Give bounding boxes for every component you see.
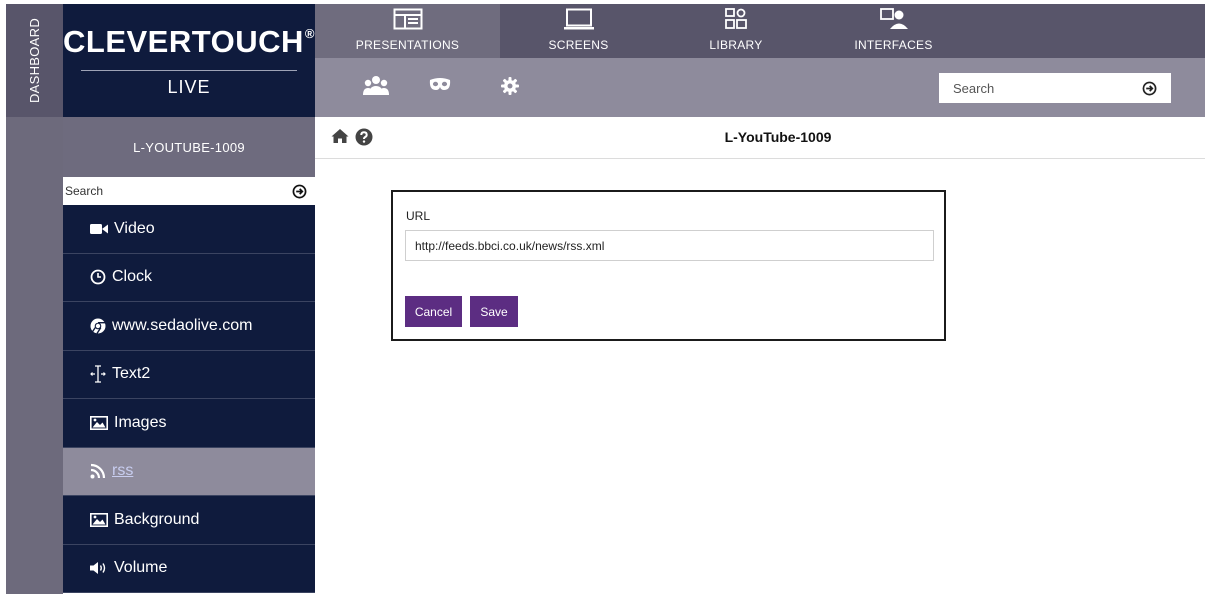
logo-brand: CLEVERTOUCH — [63, 24, 304, 59]
clock-icon — [90, 269, 106, 285]
presentation-name: L-YOUTUBE-1009 — [63, 117, 315, 177]
sidebar-item-label: rss — [112, 462, 134, 480]
image-icon — [90, 415, 108, 430]
sidebar-item-label: Video — [114, 219, 155, 237]
volume-icon — [90, 562, 106, 575]
cancel-button[interactable]: Cancel — [405, 296, 462, 327]
tab-presentations[interactable]: PRESENTATIONS — [315, 4, 500, 58]
brand-logo: CLEVERTOUCH® LIVE — [63, 4, 315, 117]
chrome-icon — [90, 318, 106, 334]
mask-icon[interactable] — [429, 78, 451, 97]
save-button[interactable]: Save — [470, 296, 518, 327]
toolbar-search-input[interactable]: Search — [953, 81, 994, 96]
video-camera-icon — [90, 223, 108, 234]
sidebar-item-rss[interactable]: rss — [63, 447, 315, 496]
tab-screens[interactable]: SCREENS — [500, 4, 657, 58]
sidebar-search-input[interactable]: Search — [65, 184, 103, 198]
rss-settings-panel: URL http://feeds.bbci.co.uk/news/rss.xml… — [391, 190, 946, 341]
sidebar-item-label: Text2 — [112, 365, 151, 383]
gear-icon[interactable] — [501, 77, 519, 100]
sidebar: L-YOUTUBE-1009 Search Video Clock www.se… — [63, 117, 315, 594]
sidebar-item-label: www.sedaolive.com — [112, 316, 253, 334]
sidebar-item-label: Volume — [114, 559, 168, 577]
logo-wordmark: CLEVERTOUCH® — [63, 24, 315, 60]
page-title: L-YouTube-1009 — [724, 129, 832, 145]
layer-list: Video Clock www.sedaolive.com Text2 Imag… — [63, 205, 315, 593]
sidebar-item-background[interactable]: Background — [63, 496, 315, 545]
logo-subtitle: LIVE — [167, 77, 211, 97]
interfaces-icon — [879, 8, 908, 29]
dashboard-label[interactable]: DASHBOARD — [27, 18, 42, 103]
users-icon[interactable] — [363, 75, 389, 102]
top-navigation: PRESENTATIONS SCREENS LIBRARY INTERFACES — [315, 4, 1205, 58]
image-icon — [90, 512, 108, 527]
arrow-circle-icon[interactable] — [1142, 81, 1157, 96]
secondary-toolbar: Search — [315, 58, 1205, 117]
sidebar-item-label: Clock — [112, 268, 153, 286]
toolbar-search[interactable]: Search — [939, 73, 1171, 103]
logo-divider — [81, 70, 297, 71]
sidebar-item-volume[interactable]: Volume — [63, 544, 315, 593]
sidebar-item-clock[interactable]: Clock — [63, 253, 315, 302]
dashboard-label-wrap[interactable]: DASHBOARD — [6, 4, 63, 117]
presentations-icon — [393, 8, 422, 30]
arrow-circle-icon[interactable] — [292, 184, 307, 199]
main-header: L-YouTube-1009 — [315, 117, 1205, 159]
sidebar-search[interactable]: Search — [63, 177, 315, 205]
sidebar-item-text2[interactable]: Text2 — [63, 350, 315, 399]
tab-screens-label: SCREENS — [548, 38, 609, 52]
tab-interfaces-label: INTERFACES — [854, 38, 933, 52]
sidebar-item-images[interactable]: Images — [63, 399, 315, 448]
tab-library[interactable]: LIBRARY — [657, 4, 815, 58]
library-icon — [725, 8, 747, 29]
url-label: URL — [406, 209, 431, 223]
sidebar-item-label: Images — [114, 413, 167, 431]
logo-registered-mark: ® — [304, 26, 315, 41]
tab-library-label: LIBRARY — [709, 38, 763, 52]
tab-presentations-label: PRESENTATIONS — [355, 38, 460, 52]
screens-icon — [563, 8, 594, 30]
url-field[interactable]: http://feeds.bbci.co.uk/news/rss.xml — [405, 230, 934, 261]
sidebar-item-video[interactable]: Video — [63, 205, 315, 254]
text-cursor-icon — [90, 365, 106, 383]
sidebar-item-website[interactable]: www.sedaolive.com — [63, 302, 315, 351]
rss-icon — [90, 464, 106, 479]
dashboard-strip[interactable]: DASHBOARD — [6, 4, 63, 594]
sidebar-item-label: Background — [114, 510, 200, 528]
tab-interfaces[interactable]: INTERFACES — [815, 4, 972, 58]
